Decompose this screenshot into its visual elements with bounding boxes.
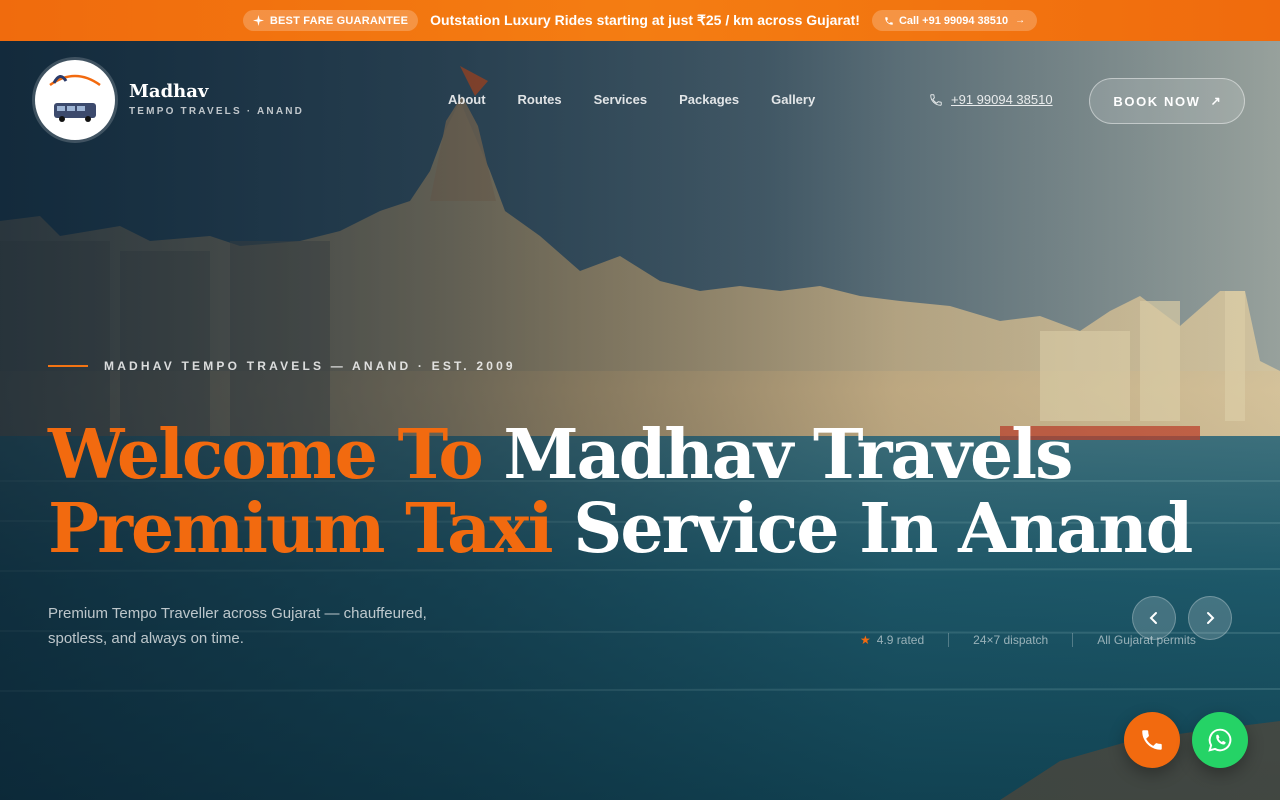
main-nav: About Routes Services Packages Gallery (448, 92, 815, 107)
header-phone-link[interactable]: +91 99094 38510 (929, 92, 1053, 107)
nav-routes[interactable]: Routes (518, 92, 562, 107)
promo-message: Outstation Luxury Rides starting at just… (430, 12, 860, 28)
floating-call-button[interactable] (1124, 712, 1180, 768)
stat-divider (1072, 633, 1074, 647)
phone-icon (885, 16, 893, 25)
stat-rating-label: 4.9 rated (876, 633, 925, 647)
arrow-right-icon: → (1015, 15, 1026, 26)
sparkle-icon (252, 15, 264, 26)
best-fare-badge: BEST FARE GUARANTEE (242, 10, 419, 31)
headline-accent-1: Welcome To (48, 415, 504, 495)
headline-text-1: Madhav Travels (503, 415, 1073, 495)
book-now-label: BOOK NOW (1113, 93, 1201, 109)
book-now-button[interactable]: BOOK NOW ↗ (1089, 78, 1245, 124)
promo-call-button[interactable]: Call +91 99094 38510 → (871, 10, 1038, 31)
star-icon: ★ (860, 633, 871, 647)
logo-badge (35, 60, 115, 140)
best-fare-label: BEST FARE GUARANTEE (269, 14, 409, 27)
headline-accent-2: Premium Taxi (48, 489, 574, 569)
nav-services[interactable]: Services (594, 92, 648, 107)
whatsapp-icon (1208, 728, 1232, 752)
phone-icon (930, 93, 942, 106)
eyebrow-text: MADHAV TEMPO TRAVELS — ANAND · EST. 2009 (104, 359, 516, 373)
arrow-up-right-icon: ↗ (1210, 94, 1221, 108)
nav-gallery[interactable]: Gallery (771, 92, 815, 107)
hero-subtext: Premium Tempo Traveller across Gujarat —… (48, 605, 427, 647)
eyebrow-rule (48, 365, 88, 367)
stat-permits: All Gujarat permits (1097, 633, 1196, 647)
phone-icon (1142, 730, 1162, 750)
nav-packages[interactable]: Packages (679, 92, 739, 107)
floating-whatsapp-button[interactable] (1192, 712, 1248, 768)
headline-text-2: Service In Anand (573, 489, 1193, 569)
brand-subtitle: TEMPO TRAVELS · ANAND (129, 106, 305, 117)
hero-stats: ★ 4.9 rated 24×7 dispatch All Gujarat per… (860, 633, 1196, 647)
logo-image (49, 74, 101, 122)
stat-divider (948, 633, 950, 647)
brand-logo-link[interactable]: Madhav TEMPO TRAVELS · ANAND (35, 60, 304, 140)
promo-call-label: Call +91 99094 38510 (898, 14, 1009, 27)
nav-about[interactable]: About (448, 92, 486, 107)
chevron-left-icon (1149, 612, 1157, 624)
promo-bar: BEST FARE GUARANTEE Outstation Luxury Ri… (0, 0, 1280, 41)
chevron-right-icon (1207, 612, 1215, 624)
header-phone-number: +91 99094 38510 (951, 92, 1053, 107)
stat-rating: ★ 4.9 rated (860, 633, 924, 647)
hero-headline: Welcome To Madhav Travels Premium Taxi S… (48, 415, 1193, 569)
stat-dispatch: 24×7 dispatch (973, 633, 1049, 647)
brand-name: Madhav (129, 81, 209, 102)
hero-eyebrow: MADHAV TEMPO TRAVELS — ANAND · EST. 2009 (48, 359, 516, 373)
